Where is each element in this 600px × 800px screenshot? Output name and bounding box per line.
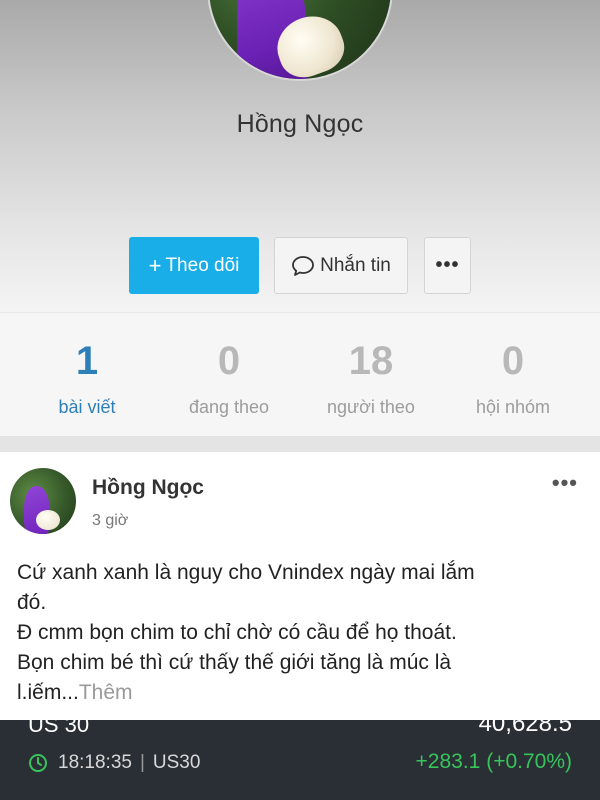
follow-button-label: Theo dõi (165, 254, 240, 276)
ticker-value: 40,628.5 (478, 710, 572, 737)
follow-button[interactable]: + Theo dõi (129, 237, 259, 294)
post-text-line: Cứ xanh xanh là nguy cho Vnindex ngày ma… (17, 561, 475, 584)
stat-posts-count: 1 (75, 339, 99, 383)
stat-groups-label: hội nhóm (475, 397, 551, 417)
ticker-time: 18:18:35 (58, 752, 132, 773)
post-author-avatar[interactable] (10, 468, 76, 534)
profile-avatar[interactable] (207, 0, 393, 81)
post-card: Hồng Ngọc 3 giờ ••• Cứ xanh xanh là nguy… (0, 452, 600, 720)
ticker-symbol-top: US 30 (28, 712, 90, 737)
stat-following-label: đang theo (188, 397, 270, 417)
profile-stats: 1 bài viết 0 đang theo 18 người theo 0 h… (0, 312, 600, 436)
chat-bubble-icon (292, 255, 315, 276)
stat-groups[interactable]: 0 hội nhóm (438, 313, 588, 437)
stat-following-count: 0 (217, 339, 241, 383)
message-button[interactable]: Nhắn tin (274, 237, 408, 294)
stat-posts[interactable]: 1 bài viết (12, 313, 162, 437)
profile-header: Hồng Ngọc + Theo dõi Nhắn tin ••• (0, 0, 600, 312)
post-text-line: đó. (17, 591, 47, 614)
profile-name: Hồng Ngọc (236, 110, 364, 138)
stat-following[interactable]: 0 đang theo (154, 313, 304, 437)
ticker-time-row: 18:18:35 | US30 (28, 752, 200, 774)
stat-posts-label: bài viết (58, 397, 116, 417)
more-dots-icon: ••• (435, 254, 460, 276)
stat-groups-count: 0 (501, 339, 525, 383)
post-more-icon[interactable]: ••• (552, 470, 578, 496)
message-button-label: Nhắn tin (320, 254, 391, 276)
post-text-line: Bọn chim bé thì cứ thấy thế giới tăng là… (17, 651, 452, 674)
post-text-truncated: l.iếm... (17, 681, 79, 704)
market-ticker[interactable]: US 30 40,628.5 18:18:35 | US30 +283.1 (+… (0, 710, 600, 800)
clock-icon (29, 754, 47, 772)
stat-followers-count: 18 (348, 339, 394, 383)
ticker-separator: | (139, 752, 145, 773)
more-options-button[interactable]: ••• (424, 237, 471, 294)
stat-followers[interactable]: 18 người theo (296, 313, 446, 437)
plus-icon: + (148, 252, 162, 278)
post-author-name[interactable]: Hồng Ngọc (92, 476, 204, 500)
ticker-change: +283.1 (+0.70%) (415, 750, 572, 773)
post-text-line-last: l.iếm...Thêm (17, 678, 587, 708)
ticker-symbol: US30 (152, 752, 201, 773)
post-body: Cứ xanh xanh là nguy cho Vnindex ngày ma… (17, 558, 587, 708)
see-more-link[interactable]: Thêm (79, 681, 133, 704)
post-text-line: Đ cmm bọn chim to chỉ chờ có cầu để họ t… (17, 621, 457, 644)
avatar-conical-hat (36, 510, 60, 530)
post-timestamp: 3 giờ (92, 512, 129, 529)
stat-followers-label: người theo (327, 397, 415, 417)
